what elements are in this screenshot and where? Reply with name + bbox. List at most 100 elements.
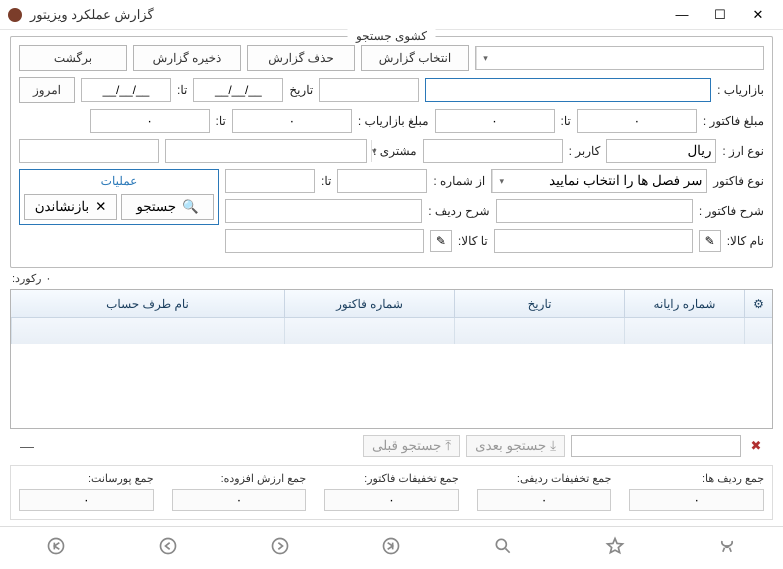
- customer-extra-input[interactable]: [19, 139, 159, 163]
- bull-button[interactable]: [707, 531, 747, 561]
- save-report-button[interactable]: ذخیره گزارش: [133, 45, 241, 71]
- picker-icon: ✎: [436, 234, 446, 248]
- product-from-pick-button[interactable]: ✎: [699, 230, 721, 252]
- product-to-input[interactable]: [225, 229, 424, 253]
- chevron-down-icon: ▾: [492, 170, 510, 192]
- grid-body: [11, 344, 772, 428]
- invoice-amount-to[interactable]: [435, 109, 555, 133]
- titlebar: گزارش عملکرد ویزیتور — ☐ ✕: [0, 0, 783, 30]
- first-icon: [46, 536, 66, 556]
- bull-icon: [717, 536, 737, 556]
- star-icon: [605, 536, 625, 556]
- total-row-disc-value: ۰: [477, 489, 612, 511]
- col-serial[interactable]: شماره رایانه: [624, 290, 744, 317]
- gear-icon: ⚙: [753, 297, 764, 311]
- date-label: تاریخ: [289, 83, 313, 97]
- record-label: رکورد:: [12, 272, 42, 285]
- total-invoice-disc-value: ۰: [324, 489, 459, 511]
- user-label: کاربر :: [569, 144, 601, 158]
- clear-search-button[interactable]: ✖: [747, 437, 765, 455]
- number-from-input[interactable]: [337, 169, 427, 193]
- row-desc-input[interactable]: [225, 199, 422, 223]
- chevron-down-icon: ▾: [476, 47, 494, 69]
- nav-last-button[interactable]: [371, 531, 411, 561]
- grid-search-input[interactable]: [571, 435, 741, 457]
- marketer-amount-label: مبلغ بازاریاب :: [358, 114, 429, 128]
- total-rows-label: جمع ردیف ها:: [629, 472, 764, 485]
- product-from-input[interactable]: [494, 229, 693, 253]
- window-title: گزارش عملکرد ویزیتور: [30, 7, 154, 23]
- total-commission-value: ۰: [19, 489, 154, 511]
- select-report-button[interactable]: انتخاب گزارش: [361, 45, 469, 71]
- row-desc-label: شرح ردیف :: [428, 204, 489, 218]
- marketer-extra-combo[interactable]: ▾: [319, 78, 419, 102]
- operations-box: عملیات 🔍 جستجو ✕ بازنشاندن: [19, 169, 219, 225]
- bottom-toolbar: [0, 526, 783, 564]
- number-to-label: تا:: [321, 174, 331, 188]
- invoice-type-combo[interactable]: ▾: [491, 169, 707, 193]
- col-date[interactable]: تاریخ: [454, 290, 624, 317]
- delete-report-button[interactable]: حذف گزارش: [247, 45, 355, 71]
- customer-input[interactable]: [165, 139, 367, 163]
- record-line: ۰ رکورد:: [0, 270, 783, 285]
- operations-title: عملیات: [24, 174, 214, 188]
- prev-icon: [158, 536, 178, 556]
- reset-button-label: بازنشاندن: [35, 199, 89, 215]
- customer-label: مشتری :: [373, 144, 416, 158]
- app-icon: [8, 8, 22, 22]
- panel-caption: کشوی جستجو: [348, 29, 435, 43]
- close-icon: ✕: [95, 199, 106, 215]
- nav-prev-button[interactable]: [148, 531, 188, 561]
- currency-type-label: نوع ارز :: [722, 144, 764, 158]
- today-button[interactable]: امروز: [19, 77, 75, 103]
- total-vat-value: ۰: [172, 489, 307, 511]
- grid-settings-button[interactable]: ⚙: [744, 290, 772, 317]
- marketer-amount-from[interactable]: [232, 109, 352, 133]
- collapse-button[interactable]: —: [18, 437, 36, 455]
- invoice-desc-label: شرح فاکتور :: [699, 204, 764, 218]
- grid-header: ⚙ شماره رایانه تاریخ شماره فاکتور نام طر…: [11, 290, 772, 318]
- report-combo-input[interactable]: [494, 47, 763, 69]
- search-button-label: جستجو: [136, 199, 176, 215]
- invoice-amount-from[interactable]: [577, 109, 697, 133]
- number-to-input[interactable]: [225, 169, 315, 193]
- user-combo[interactable]: ▾: [423, 139, 563, 163]
- favorite-button[interactable]: [595, 531, 635, 561]
- search-icon: [493, 536, 513, 556]
- search-prev-button[interactable]: ⤒ جستجو قبلی: [363, 435, 460, 457]
- nav-next-button[interactable]: [260, 531, 300, 561]
- minimize-button[interactable]: —: [665, 4, 699, 26]
- next-icon: [270, 536, 290, 556]
- minus-icon: —: [20, 438, 34, 454]
- titlebar-left: گزارش عملکرد ویزیتور: [8, 7, 154, 23]
- col-invoice-no[interactable]: شماره فاکتور: [284, 290, 454, 317]
- currency-combo[interactable]: ▾: [606, 139, 716, 163]
- total-rows-value: ۰: [629, 489, 764, 511]
- nav-first-button[interactable]: [36, 531, 76, 561]
- back-button[interactable]: برگشت: [19, 45, 127, 71]
- col-account-name[interactable]: نام طرف حساب: [11, 290, 284, 317]
- close-button[interactable]: ✕: [741, 4, 775, 26]
- date-to-label: تا:: [177, 83, 187, 97]
- search-button[interactable]: 🔍 جستجو: [121, 194, 214, 220]
- invoice-type-input[interactable]: [510, 170, 706, 192]
- toolbar-search-button[interactable]: [483, 531, 523, 561]
- maximize-button[interactable]: ☐: [703, 4, 737, 26]
- minimize-icon: —: [676, 7, 689, 22]
- marketer-amount-to[interactable]: [90, 109, 210, 133]
- invoice-desc-input[interactable]: [496, 199, 693, 223]
- date-from-input[interactable]: [193, 78, 283, 102]
- reset-button[interactable]: ✕ بازنشاندن: [24, 194, 117, 220]
- picker-icon: ✎: [705, 234, 715, 248]
- search-next-button[interactable]: ⤓ جستجو بعدی: [466, 435, 565, 457]
- search-next-label: جستجو بعدی: [475, 438, 546, 454]
- report-combo[interactable]: ▾: [475, 46, 764, 70]
- table-row[interactable]: [11, 318, 772, 344]
- total-commission-label: جمع پورسانت:: [19, 472, 154, 485]
- date-to-input[interactable]: [81, 78, 171, 102]
- invoice-type-label: نوع فاکتور: [713, 174, 764, 188]
- invoice-amount-label: مبلغ فاکتور :: [703, 114, 764, 128]
- product-to-pick-button[interactable]: ✎: [430, 230, 452, 252]
- marketer-input[interactable]: [425, 78, 711, 102]
- record-value: ۰: [46, 272, 52, 285]
